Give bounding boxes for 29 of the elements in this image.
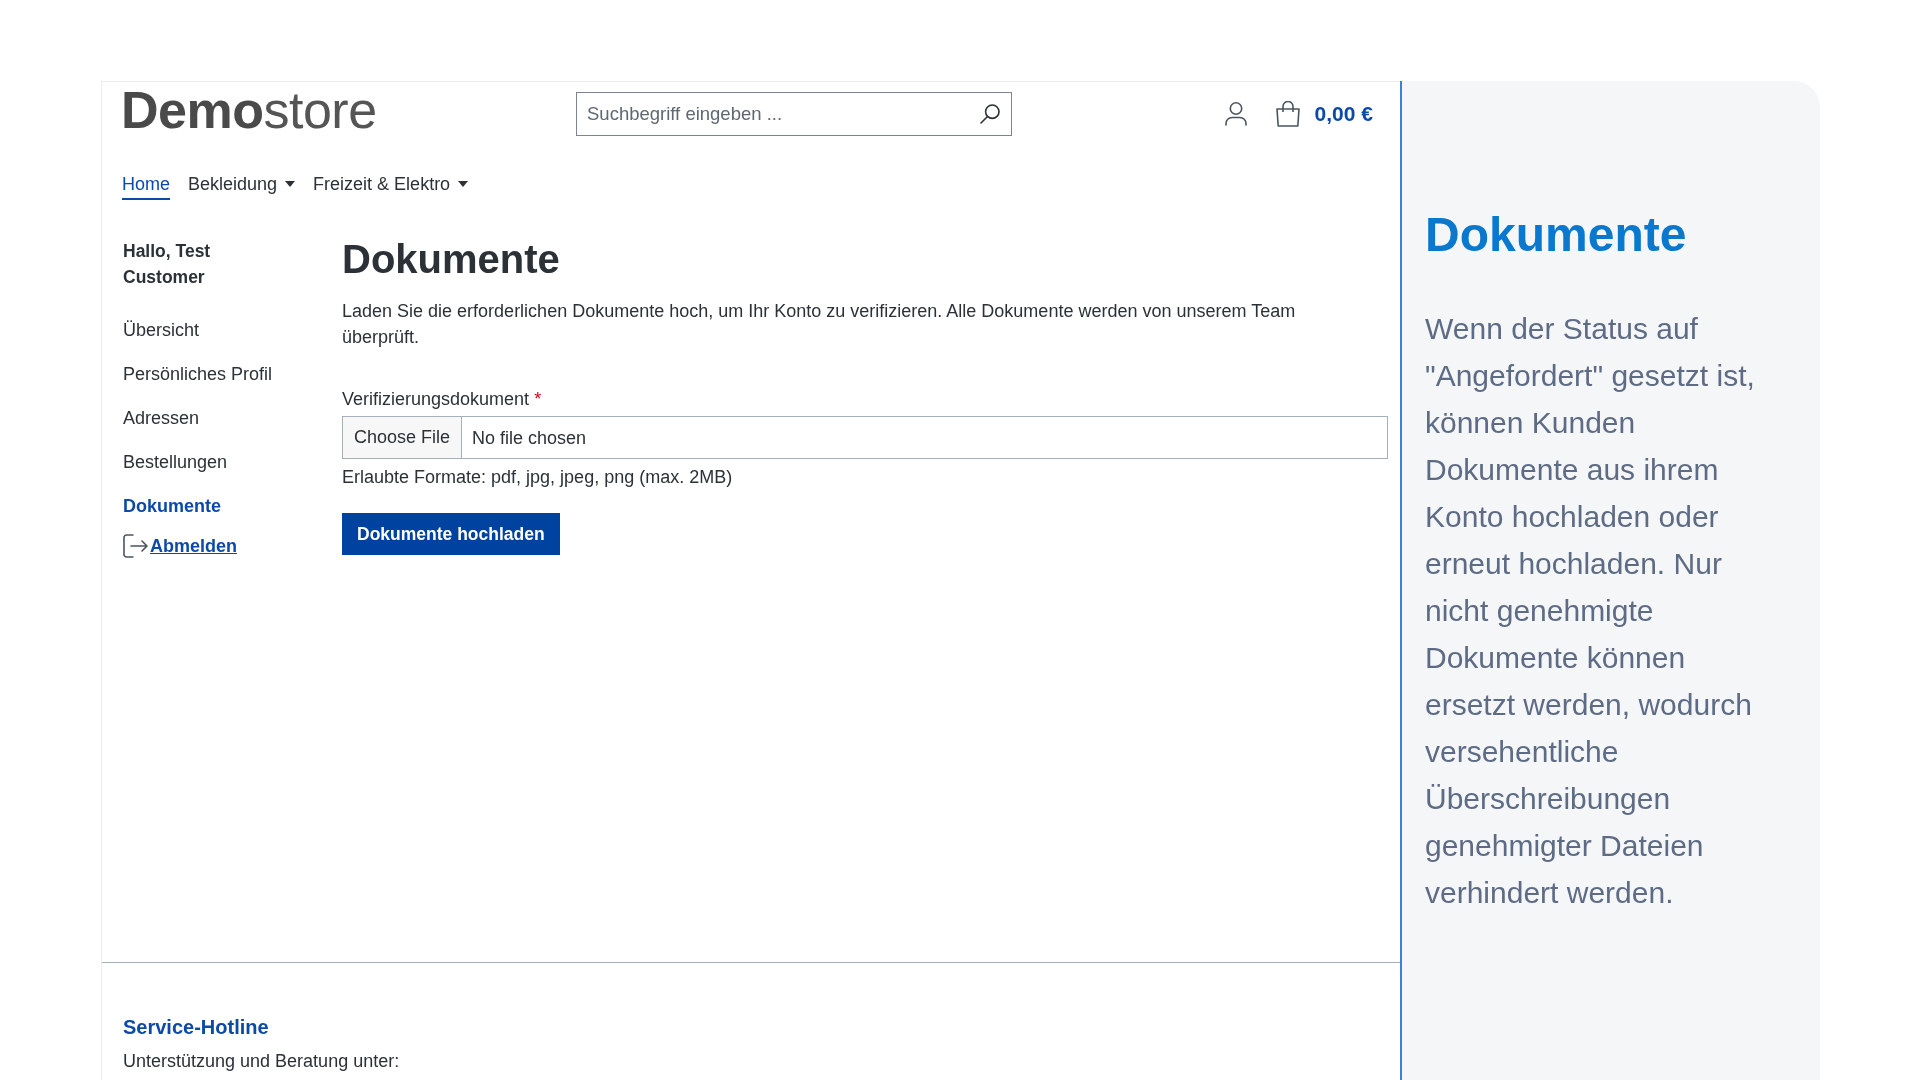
shopping-bag-icon[interactable] (1274, 101, 1301, 127)
logout-icon[interactable] (123, 534, 148, 558)
nav-link[interactable]: Bekleidung (188, 171, 296, 200)
footer-text: Unterstützung und Beratung unter: (123, 1050, 400, 1073)
page-title: Dokumente (342, 236, 561, 283)
hint-text: Erlaubte Formate: pdf, jpg, jpeg, png (max. 2MB) (342, 466, 733, 489)
sidebar-link[interactable]: Dokumente (123, 494, 221, 518)
search-icon[interactable] (980, 104, 1000, 124)
logo[interactable]: Demostore (121, 82, 377, 138)
nav-link[interactable]: Home (122, 171, 170, 200)
logout-link[interactable]: Abmelden (150, 534, 237, 558)
file-name-text: No file chosen (472, 426, 587, 450)
upload-button[interactable]: Dokumente hochladen (342, 513, 560, 555)
field-label: Verifizierungsdokument * (342, 388, 542, 411)
user-icon[interactable] (1224, 102, 1247, 126)
panel-text: Wenn der Status auf "Angefordert" gesetzt ist, können Kunden Dokumente aus ihrem Konto hochladen oder erneut hochladen. Nur nicht genehmigte Dokumente können ersetzt werden, wodurch versehentliche Überschreibungen genehmigter Dateien verhindert werden. (1425, 311, 1756, 911)
nav-link[interactable]: Freizeit & Elektro (313, 171, 469, 200)
sidebar-link[interactable]: Übersicht (123, 318, 200, 342)
sidebar-link[interactable]: Adressen (123, 406, 200, 430)
panel-title: Dokumente (1425, 207, 1687, 263)
sidebar-link[interactable]: Persönliches Profil (123, 362, 273, 386)
file-upload-field[interactable]: Choose File No file chosen (342, 416, 1388, 459)
search-field[interactable]: Suchbegriff eingeben ... (576, 92, 1012, 136)
cart-total[interactable]: 0,00 € (1314, 98, 1373, 130)
choose-file-button[interactable]: Choose File (343, 417, 463, 458)
footer-heading: Service-Hotline (123, 1015, 269, 1040)
greeting-text: Hallo, Test Customer (123, 240, 212, 289)
sidebar-link[interactable]: Bestellungen (123, 450, 228, 474)
description-text: Laden Sie die erforderlichen Dokumente hoch, um Ihr Konto zu verifizieren. Alle Dokumente werden von unserem Team überprüft. (342, 300, 1297, 349)
